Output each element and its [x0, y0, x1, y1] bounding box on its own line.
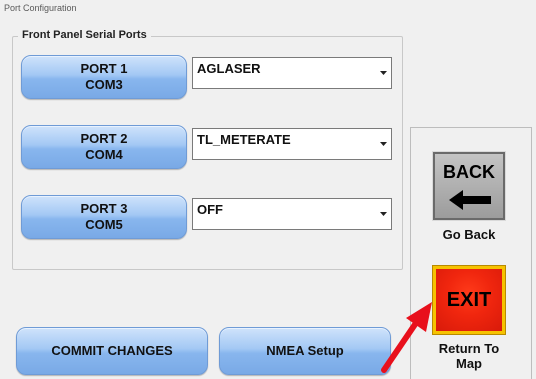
- commit-changes-button[interactable]: COMMIT CHANGES: [16, 327, 208, 375]
- chevron-down-icon[interactable]: [375, 58, 391, 88]
- port-1-selected-value: AGLASER: [197, 61, 261, 76]
- exit-button[interactable]: EXIT: [432, 265, 506, 335]
- port-2-select[interactable]: TL_METERATE: [192, 128, 392, 160]
- chevron-down-icon[interactable]: [375, 199, 391, 229]
- port-3-name: PORT 3: [80, 201, 128, 216]
- commit-changes-label: COMMIT CHANGES: [51, 343, 173, 358]
- exit-button-label: EXIT: [446, 289, 492, 311]
- group-legend: Front Panel Serial Ports: [18, 29, 151, 41]
- map-caption-line: Map: [456, 356, 482, 371]
- back-button-label: BACK: [443, 162, 495, 182]
- port-2-com: COM4: [85, 147, 123, 162]
- port-3-selected-value: OFF: [197, 202, 223, 217]
- chevron-down-icon[interactable]: [375, 129, 391, 159]
- port-1-select[interactable]: AGLASER: [192, 57, 392, 89]
- go-back-caption: Go Back: [442, 227, 496, 242]
- port-1-com: COM3: [85, 77, 123, 92]
- nmea-setup-label: NMEA Setup: [266, 343, 344, 358]
- return-to-map-caption: Return To Map: [430, 341, 508, 371]
- port-3-select[interactable]: OFF: [192, 198, 392, 230]
- port-2-button[interactable]: PORT 2 COM4: [21, 125, 187, 169]
- port-1-button[interactable]: PORT 1 COM3: [21, 55, 187, 99]
- port-3-button[interactable]: PORT 3 COM5: [21, 195, 187, 239]
- window-title: Port Configuration: [4, 3, 77, 13]
- return-to-caption-line: Return To: [438, 341, 500, 356]
- red-arrow-icon: [381, 302, 432, 373]
- back-button[interactable]: BACK: [432, 151, 506, 221]
- port-1-name: PORT 1: [80, 61, 128, 76]
- port-2-name: PORT 2: [80, 131, 128, 146]
- nmea-setup-button[interactable]: NMEA Setup: [219, 327, 391, 375]
- port-3-com: COM5: [85, 217, 123, 232]
- arrow-left-icon: [449, 190, 491, 215]
- port-2-selected-value: TL_METERATE: [197, 132, 291, 147]
